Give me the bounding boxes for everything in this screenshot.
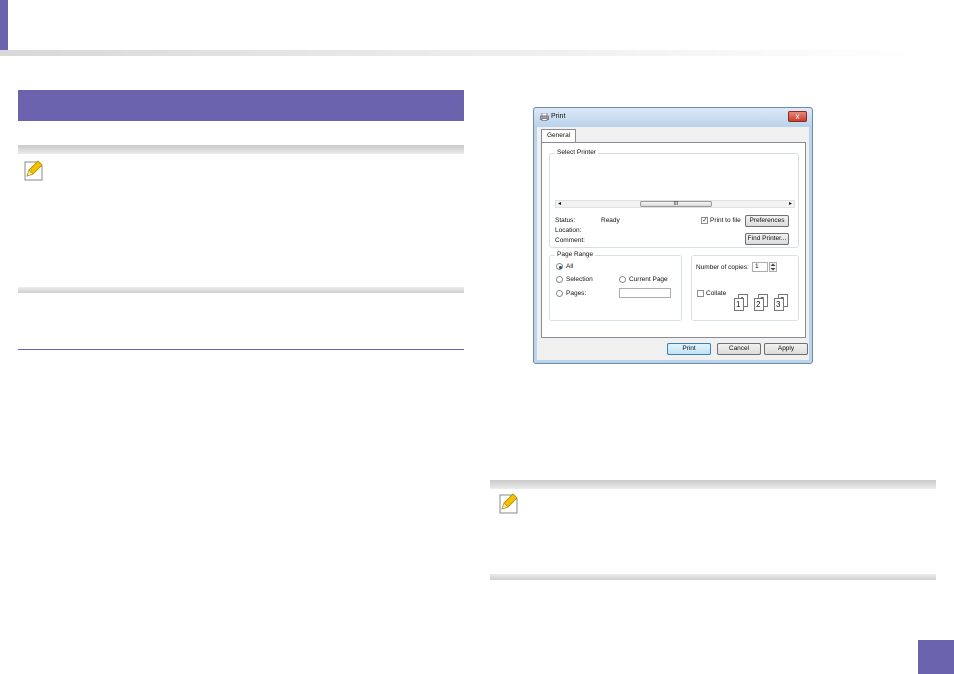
copies-label: Number of copies: xyxy=(696,264,749,271)
collate-pages-icon: 3 3 xyxy=(774,294,790,312)
scrollbar-thumb[interactable]: III xyxy=(640,201,712,207)
stepper-arrows-icon xyxy=(770,263,776,271)
collate-label[interactable]: Collate xyxy=(706,290,726,297)
page-number-badge xyxy=(918,640,954,674)
preferences-button[interactable]: Preferences xyxy=(745,215,789,227)
cancel-button[interactable]: Cancel xyxy=(717,343,761,355)
close-button[interactable]: x xyxy=(788,111,807,122)
range-selection-radio[interactable] xyxy=(556,276,563,283)
apply-button[interactable]: Apply xyxy=(764,343,808,355)
print-to-file-label[interactable]: Print to file xyxy=(710,217,741,224)
copies-stepper[interactable] xyxy=(769,262,777,272)
scroll-right-icon[interactable]: ▸ xyxy=(789,200,792,207)
comment-label: Comment: xyxy=(555,237,585,244)
dialog-client-area: General Select Printer ◂ III ▸ Status: R… xyxy=(537,127,809,360)
collate-sheet: 1 xyxy=(734,298,744,311)
range-pages-label[interactable]: Pages: xyxy=(566,290,586,297)
note-box-left xyxy=(18,145,464,293)
range-all-label[interactable]: All xyxy=(566,263,573,270)
status-value: Ready xyxy=(601,217,620,224)
collate-pages-icon: 1 1 xyxy=(734,294,750,312)
collate-sheet: 2 xyxy=(754,298,764,311)
find-printer-button[interactable]: Find Printer... xyxy=(745,233,789,245)
general-tab-panel: Select Printer ◂ III ▸ Status: Ready Loc… xyxy=(541,142,806,338)
print-dialog: Print x General Select Printer ◂ III ▸ S… xyxy=(533,107,813,364)
range-current-page-label[interactable]: Current Page xyxy=(629,276,668,283)
note-box-top-border xyxy=(490,480,936,489)
status-label: Status: xyxy=(555,217,576,224)
section-divider xyxy=(18,349,464,350)
header-accent-bar xyxy=(0,0,8,52)
collate-sheet: 3 xyxy=(774,298,784,311)
note-box-bottom-border xyxy=(490,574,936,580)
range-all-radio[interactable] xyxy=(556,263,563,270)
range-selection-label[interactable]: Selection xyxy=(566,276,593,283)
select-printer-label: Select Printer xyxy=(555,149,599,156)
note-box-top-border xyxy=(18,145,464,154)
dialog-titlebar[interactable]: Print x xyxy=(534,108,812,126)
grip-icon: III xyxy=(673,201,679,207)
note-box-right xyxy=(490,480,936,580)
copies-group: Number of copies: 1 Collate 1 1 2 2 xyxy=(691,255,799,321)
copies-input[interactable]: 1 xyxy=(752,262,768,272)
note-pencil-icon xyxy=(24,160,43,181)
range-current-page-radio[interactable] xyxy=(619,276,626,283)
printer-list-scrollbar[interactable]: ◂ III ▸ xyxy=(555,200,795,208)
select-printer-group: Select Printer ◂ III ▸ Status: Ready Loc… xyxy=(549,149,799,248)
print-button[interactable]: Print xyxy=(667,343,711,355)
pages-input[interactable] xyxy=(619,288,671,298)
note-pencil-icon xyxy=(499,493,518,514)
dialog-title: Print xyxy=(551,113,566,120)
section-heading-bar xyxy=(18,90,464,121)
location-label: Location: xyxy=(555,227,582,234)
printer-icon xyxy=(540,113,549,121)
scroll-left-icon[interactable]: ◂ xyxy=(558,200,561,207)
tab-general[interactable]: General xyxy=(541,129,577,143)
range-pages-radio[interactable] xyxy=(556,290,563,297)
note-box-bottom-border xyxy=(18,287,464,293)
header-divider xyxy=(0,50,920,56)
close-icon: x xyxy=(795,112,800,121)
page-range-group: Page Range All Selection Current Page Pa… xyxy=(549,251,682,321)
collate-pages-icon: 2 2 xyxy=(754,294,770,312)
printer-list[interactable] xyxy=(555,160,795,204)
print-to-file-checkbox[interactable] xyxy=(701,216,708,224)
page-range-label: Page Range xyxy=(555,251,596,258)
collate-checkbox[interactable] xyxy=(697,290,704,297)
